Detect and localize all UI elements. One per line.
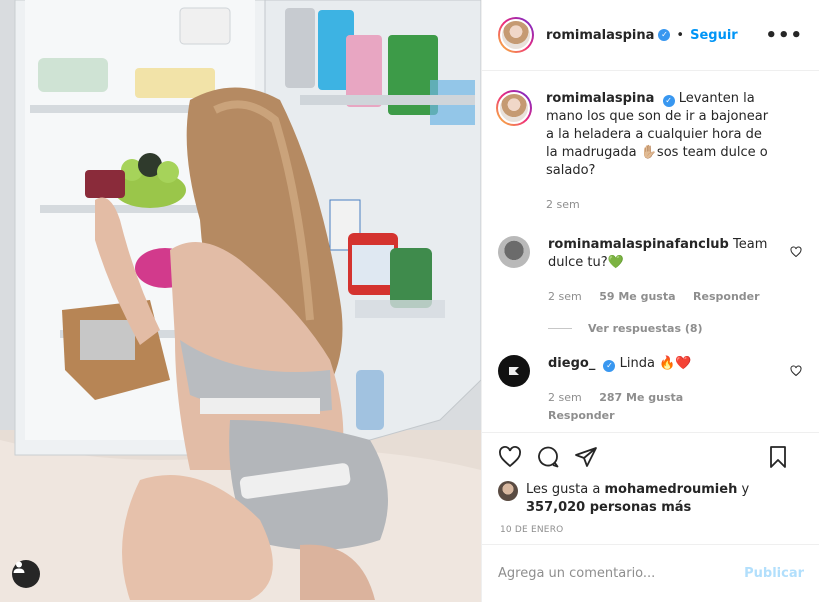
more-options-icon[interactable]: ••• bbox=[765, 25, 803, 46]
verified-badge-icon: ✓ bbox=[603, 360, 616, 372]
author-username[interactable]: romimalaspina bbox=[546, 28, 654, 43]
comment-text: Linda 🔥❤️ bbox=[619, 356, 692, 371]
share-icon[interactable] bbox=[574, 445, 598, 469]
commenter-avatar[interactable] bbox=[498, 355, 530, 387]
follow-button[interactable]: Seguir bbox=[690, 28, 738, 43]
user-icon bbox=[13, 561, 25, 573]
list-item: diego_ ✓ Linda 🔥❤️ 2 sem 287 Me gusta Re… bbox=[498, 355, 804, 425]
list-item: rominamalaspinafanclub Team dulce tu?💚 2… bbox=[498, 236, 804, 306]
post-side-panel: romimalaspina ✓ • Seguir ••• romimalaspi… bbox=[481, 0, 819, 602]
comment-likes[interactable]: 287 Me gusta bbox=[599, 391, 683, 404]
heart-icon[interactable] bbox=[790, 246, 802, 258]
comment-username[interactable]: rominamalaspinafanclub bbox=[548, 237, 729, 252]
tagged-users-button[interactable] bbox=[12, 560, 40, 588]
reply-button[interactable]: Responder bbox=[548, 409, 615, 422]
comment-input[interactable] bbox=[498, 566, 745, 581]
commenter-avatar[interactable] bbox=[498, 236, 530, 268]
post-date[interactable]: 10 DE ENERO bbox=[500, 525, 804, 535]
action-bar bbox=[498, 433, 804, 481]
likes-summary: Les gusta a mohamedroumieh y 357,020 per… bbox=[498, 481, 804, 517]
view-replies-button[interactable]: Ver respuestas (8) bbox=[548, 322, 804, 335]
comment-icon[interactable] bbox=[536, 445, 560, 469]
post-photo[interactable] bbox=[0, 0, 481, 602]
reply-button[interactable]: Responder bbox=[693, 290, 760, 303]
caption: romimalaspina ✓ Levanten la mano los que… bbox=[496, 90, 804, 214]
heart-icon[interactable] bbox=[790, 365, 802, 377]
replies-line bbox=[548, 328, 572, 329]
liker-avatar[interactable] bbox=[498, 481, 518, 501]
photo-illustration bbox=[0, 0, 481, 602]
post-actions-area: Les gusta a mohamedroumieh y 357,020 per… bbox=[482, 432, 819, 544]
author-avatar[interactable] bbox=[498, 17, 534, 53]
comments-list[interactable]: romimalaspina ✓ Levanten la mano los que… bbox=[482, 72, 819, 432]
separator-dot: • bbox=[676, 27, 685, 43]
comment-username[interactable]: diego_ bbox=[548, 356, 595, 371]
likes-prefix: Les gusta a bbox=[526, 482, 601, 497]
publish-button[interactable]: Publicar bbox=[744, 566, 804, 581]
logo-icon bbox=[509, 367, 519, 375]
likes-joiner: y bbox=[741, 482, 750, 497]
verified-badge-icon: ✓ bbox=[662, 95, 675, 107]
likes-count[interactable]: 357,020 personas más bbox=[526, 500, 691, 515]
post-header: romimalaspina ✓ • Seguir ••• bbox=[482, 0, 819, 71]
bookmark-icon[interactable] bbox=[766, 445, 790, 469]
comment-time[interactable]: 2 sem bbox=[548, 290, 582, 303]
liker-username[interactable]: mohamedroumieh bbox=[604, 482, 737, 497]
comment-time[interactable]: 2 sem bbox=[548, 391, 582, 404]
like-heart-icon[interactable] bbox=[498, 445, 522, 469]
comment-likes[interactable]: 59 Me gusta bbox=[599, 290, 675, 303]
verified-badge-icon: ✓ bbox=[658, 29, 671, 41]
caption-time[interactable]: 2 sem bbox=[546, 198, 580, 211]
caption-username[interactable]: romimalaspina bbox=[546, 91, 654, 106]
add-comment-bar: Publicar bbox=[482, 544, 819, 602]
view-replies-label: Ver respuestas (8) bbox=[588, 322, 703, 335]
caption-avatar[interactable] bbox=[496, 90, 532, 126]
